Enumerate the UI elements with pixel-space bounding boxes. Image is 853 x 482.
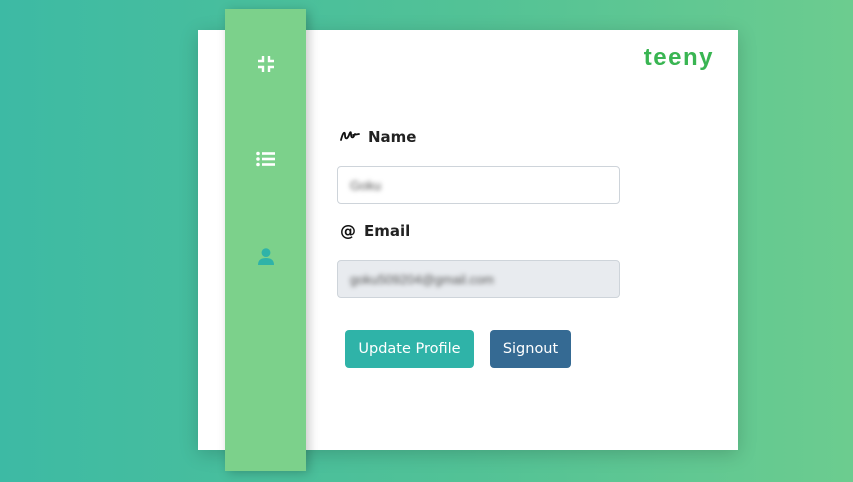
signout-button[interactable]: Signout: [490, 330, 571, 368]
name-value: Goku: [350, 177, 382, 193]
update-profile-button[interactable]: Update Profile: [345, 330, 474, 368]
user-icon: [257, 247, 274, 265]
name-label: Name: [340, 128, 416, 146]
signature-icon: [340, 129, 360, 146]
email-field[interactable]: goku509204@gmail.com: [337, 260, 620, 298]
sidebar: [225, 9, 306, 471]
email-label: @ Email: [340, 222, 410, 240]
brand-logo: teeny: [643, 44, 714, 71]
at-icon: @: [340, 221, 356, 240]
compress-icon: [257, 55, 275, 73]
sidebar-item-list[interactable]: [225, 139, 306, 179]
list-icon: [256, 151, 275, 167]
name-field[interactable]: Goku: [337, 166, 620, 204]
sidebar-item-compress[interactable]: [225, 44, 306, 84]
email-value: goku509204@gmail.com: [350, 271, 495, 287]
name-label-text: Name: [368, 128, 417, 146]
email-label-text: Email: [364, 222, 411, 240]
sidebar-item-profile[interactable]: [225, 236, 306, 276]
